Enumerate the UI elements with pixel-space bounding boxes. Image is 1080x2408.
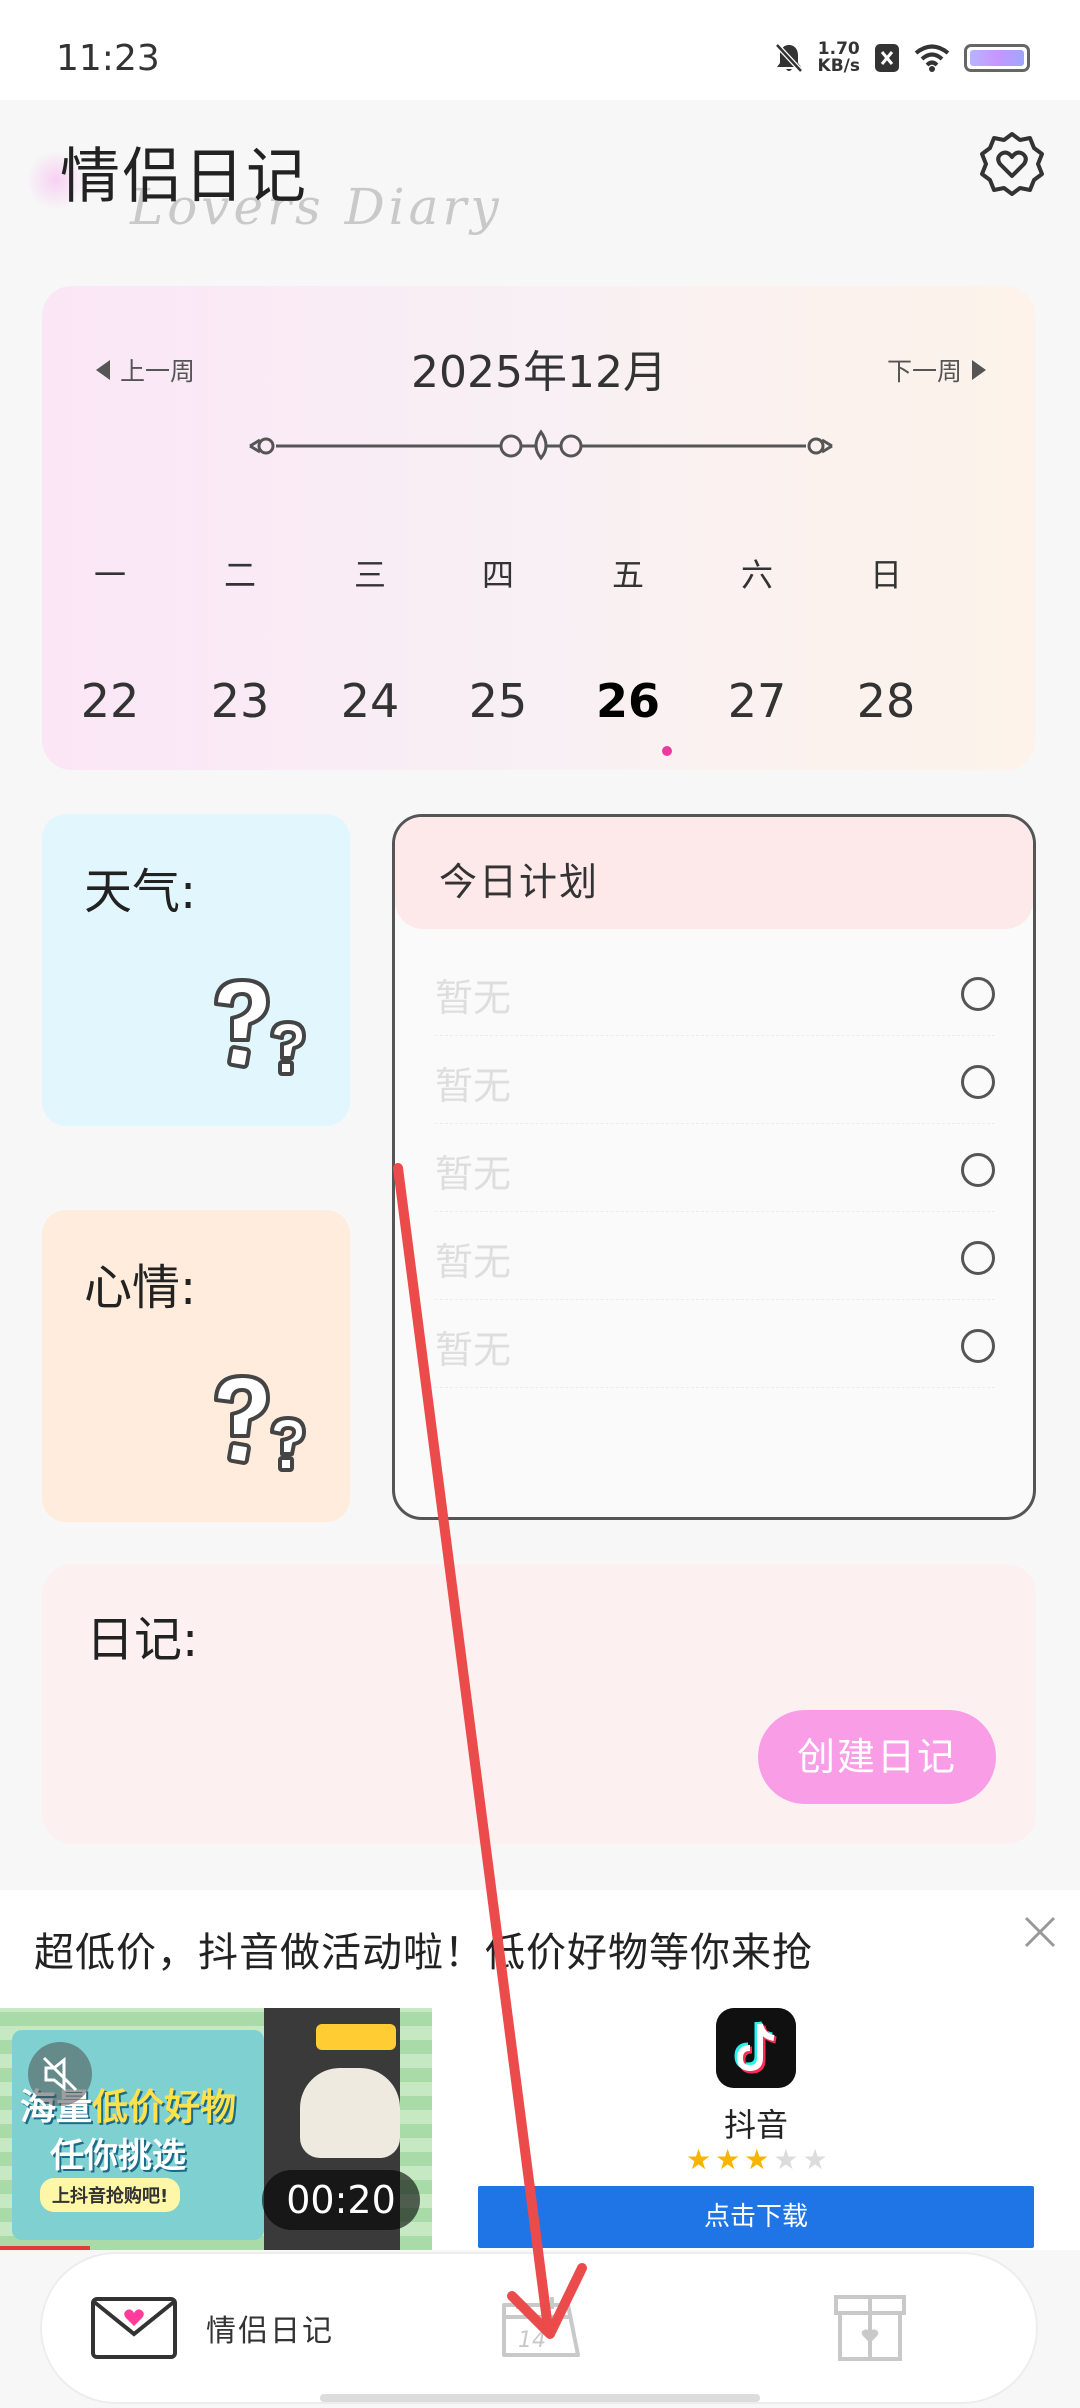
- plan-item-checkbox[interactable]: [961, 1241, 995, 1275]
- ad-video[interactable]: 海量低价好物 任你挑选 上抖音抢购吧! 00:20: [0, 2008, 432, 2250]
- ad-rating: ★ ★ ★ ★ ★: [686, 2146, 828, 2174]
- triangle-right-icon: [972, 360, 986, 380]
- ad-promo-line-3: 上抖音抢购吧!: [40, 2178, 181, 2212]
- mute-icon[interactable]: [28, 2042, 92, 2106]
- today-indicator: [662, 746, 672, 756]
- ad-timer: 00:20: [262, 2170, 420, 2230]
- status-icons: 1.70 KB/s: [774, 36, 1030, 80]
- day-cell[interactable]: 27: [717, 674, 797, 728]
- net-speed-unit: KB/s: [817, 56, 860, 76]
- plan-item-text: 暂无: [435, 1328, 512, 1372]
- close-icon[interactable]: [1022, 1914, 1058, 1950]
- calendar-card: 上一周 2025年12月 下一周 一二三四五六日 22 23 24 25 26 27 28: [42, 286, 1036, 770]
- download-button[interactable]: 点击下载: [478, 2186, 1034, 2248]
- weekday-label: 六: [740, 556, 773, 594]
- calendar-14-icon: 14: [502, 2297, 580, 2357]
- ad-app-name: 抖音: [723, 2106, 788, 2144]
- weather-card[interactable]: 天气:: [42, 814, 350, 1126]
- shoe-image: [300, 2068, 400, 2158]
- plan-item[interactable]: 暂无: [435, 1213, 995, 1300]
- next-week-label: 下一周: [886, 357, 962, 386]
- plan-item-checkbox[interactable]: [961, 977, 995, 1011]
- diary-label: 日记:: [86, 1612, 199, 1668]
- home-indicator: [320, 2394, 760, 2402]
- battery-icon: [964, 44, 1030, 72]
- create-diary-button[interactable]: 创建日记: [758, 1710, 996, 1804]
- douyin-logo-icon[interactable]: [716, 2008, 796, 2088]
- ornament-divider: [249, 429, 833, 461]
- next-week-button[interactable]: 下一周: [887, 352, 986, 388]
- star-icon: ★: [744, 2143, 770, 2176]
- day-cell[interactable]: 23: [200, 674, 280, 728]
- plan-item-text: 暂无: [435, 1064, 512, 1108]
- plan-title: 今日计划: [439, 860, 600, 904]
- ad-progress-bar: [0, 2246, 90, 2250]
- plan-card: 今日计划 暂无 暂无 暂无 暂无 暂无: [392, 814, 1036, 1520]
- star-icon: ★: [802, 2143, 828, 2176]
- plan-item-text: 暂无: [435, 1152, 512, 1196]
- status-time: 11:23: [56, 38, 160, 79]
- ad-headline[interactable]: 超低价，抖音做活动啦！低价好物等你来抢: [34, 1920, 813, 1978]
- nav-item-diary[interactable]: 情侣日记: [90, 2254, 334, 2402]
- mute-bell-icon: [774, 43, 803, 73]
- weekday-label: 三: [353, 556, 386, 594]
- plan-item-text: 暂无: [435, 976, 512, 1020]
- nav-item-calendar[interactable]: 14: [498, 2254, 584, 2402]
- plan-item-checkbox[interactable]: [961, 1065, 995, 1099]
- day-cell[interactable]: 22: [70, 674, 150, 728]
- day-cell[interactable]: 28: [846, 674, 926, 728]
- nav-item-gift[interactable]: [832, 2254, 908, 2402]
- weekday-label: 二: [223, 556, 256, 594]
- net-speed: 1.70 KB/s: [818, 41, 860, 75]
- plan-item[interactable]: 暂无: [435, 1125, 995, 1212]
- day-cell[interactable]: 25: [458, 674, 538, 728]
- heart-gear-icon[interactable]: [976, 128, 1048, 200]
- app-title: 情侣日记: [60, 142, 308, 212]
- gift-box-icon: [834, 2295, 906, 2361]
- weather-label: 天气:: [84, 864, 197, 920]
- plan-item-checkbox[interactable]: [961, 1153, 995, 1187]
- wifi-icon: [914, 44, 950, 72]
- day-cell[interactable]: 24: [330, 674, 410, 728]
- plan-item[interactable]: 暂无: [435, 1037, 995, 1124]
- day-cell-today[interactable]: 26: [588, 674, 668, 728]
- plan-item-text: 暂无: [435, 1240, 512, 1284]
- star-icon: ★: [773, 2143, 799, 2176]
- ad-promo-line-2: 任你挑选: [50, 2136, 186, 2176]
- plan-item-checkbox[interactable]: [961, 1329, 995, 1363]
- weekday-label: 日: [869, 556, 902, 594]
- ad-promo-line-1b: 低价好物: [92, 2087, 237, 2128]
- no-sim-icon: [875, 44, 899, 72]
- plan-header: 今日计划: [395, 817, 1033, 929]
- diary-card: 日记: 创建日记: [42, 1564, 1036, 1844]
- mood-card[interactable]: 心情:: [42, 1210, 350, 1522]
- nav-item-diary-label: 情侣日记: [206, 2314, 334, 2349]
- love-letter-icon: [91, 2297, 177, 2359]
- weekday-label: 五: [611, 556, 644, 594]
- mood-label: 心情:: [84, 1260, 197, 1316]
- bottom-nav: 情侣日记 14: [42, 2254, 1036, 2402]
- plan-item[interactable]: 暂无: [435, 949, 995, 1036]
- plan-item[interactable]: 暂无: [435, 1301, 995, 1388]
- question-mark-icon: [214, 978, 306, 1076]
- weekday-label: 一: [93, 556, 126, 594]
- svg-text:14: 14: [518, 2328, 546, 2353]
- star-icon: ★: [686, 2143, 712, 2176]
- status-bar: 11:23 1.70 KB/s: [0, 0, 1080, 100]
- weekday-label: 四: [481, 556, 514, 594]
- question-mark-icon: [214, 1374, 306, 1472]
- star-icon: ★: [715, 2143, 741, 2176]
- ad-badge: [316, 2024, 396, 2050]
